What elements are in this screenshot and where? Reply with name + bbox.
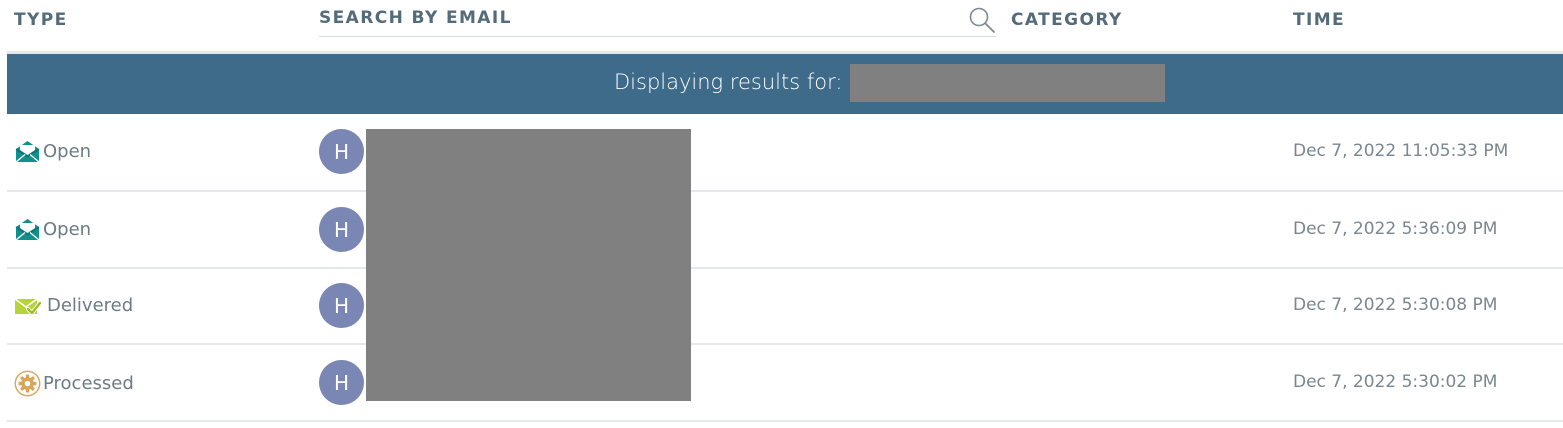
- table-row[interactable]: Open H Dec 7, 2022 11:05:33 PM: [7, 114, 1563, 192]
- type-label: Processed: [43, 373, 134, 394]
- type-label: Open: [43, 141, 92, 162]
- table-row[interactable]: Processed H Dec 7, 2022 5:30:02 PM: [7, 345, 1563, 422]
- search-box: [319, 4, 996, 37]
- type-cell: Delivered: [14, 292, 133, 319]
- table-row[interactable]: Delivered H Dec 7, 2022 5:30:08 PM: [7, 269, 1563, 345]
- processed-gear-icon: [14, 370, 41, 397]
- time-cell: Dec 7, 2022 5:30:08 PM: [1293, 295, 1498, 315]
- table-header: TYPE CATEGORY TIME: [0, 0, 1563, 52]
- results-banner-text: Displaying results for:: [614, 70, 843, 94]
- avatar: H: [319, 360, 364, 405]
- avatar: H: [319, 207, 364, 252]
- table-row[interactable]: Open H Dec 7, 2022 5:36:09 PM: [7, 192, 1563, 269]
- type-label: Open: [43, 219, 92, 240]
- delivered-envelope-check-icon: [14, 298, 41, 316]
- time-cell: Dec 7, 2022 5:30:02 PM: [1293, 372, 1498, 392]
- search-input[interactable]: [319, 4, 959, 32]
- category-column-header[interactable]: CATEGORY: [1011, 10, 1123, 30]
- open-envelope-icon: [15, 219, 40, 241]
- avatar: H: [319, 129, 364, 174]
- search-icon[interactable]: [968, 6, 996, 34]
- type-cell: Processed: [14, 370, 134, 397]
- redacted-email-addresses: [366, 129, 691, 401]
- time-column-header[interactable]: TIME: [1293, 10, 1345, 30]
- results-banner: Displaying results for:: [7, 54, 1563, 114]
- redacted-search-term: [850, 64, 1165, 102]
- time-cell: Dec 7, 2022 5:36:09 PM: [1293, 219, 1498, 239]
- avatar: H: [319, 283, 364, 328]
- time-cell: Dec 7, 2022 11:05:33 PM: [1293, 141, 1509, 161]
- type-cell: Open: [14, 216, 91, 243]
- open-envelope-icon: [15, 141, 40, 163]
- type-label: Delivered: [47, 295, 134, 316]
- type-cell: Open: [14, 138, 91, 165]
- type-column-header[interactable]: TYPE: [14, 10, 68, 30]
